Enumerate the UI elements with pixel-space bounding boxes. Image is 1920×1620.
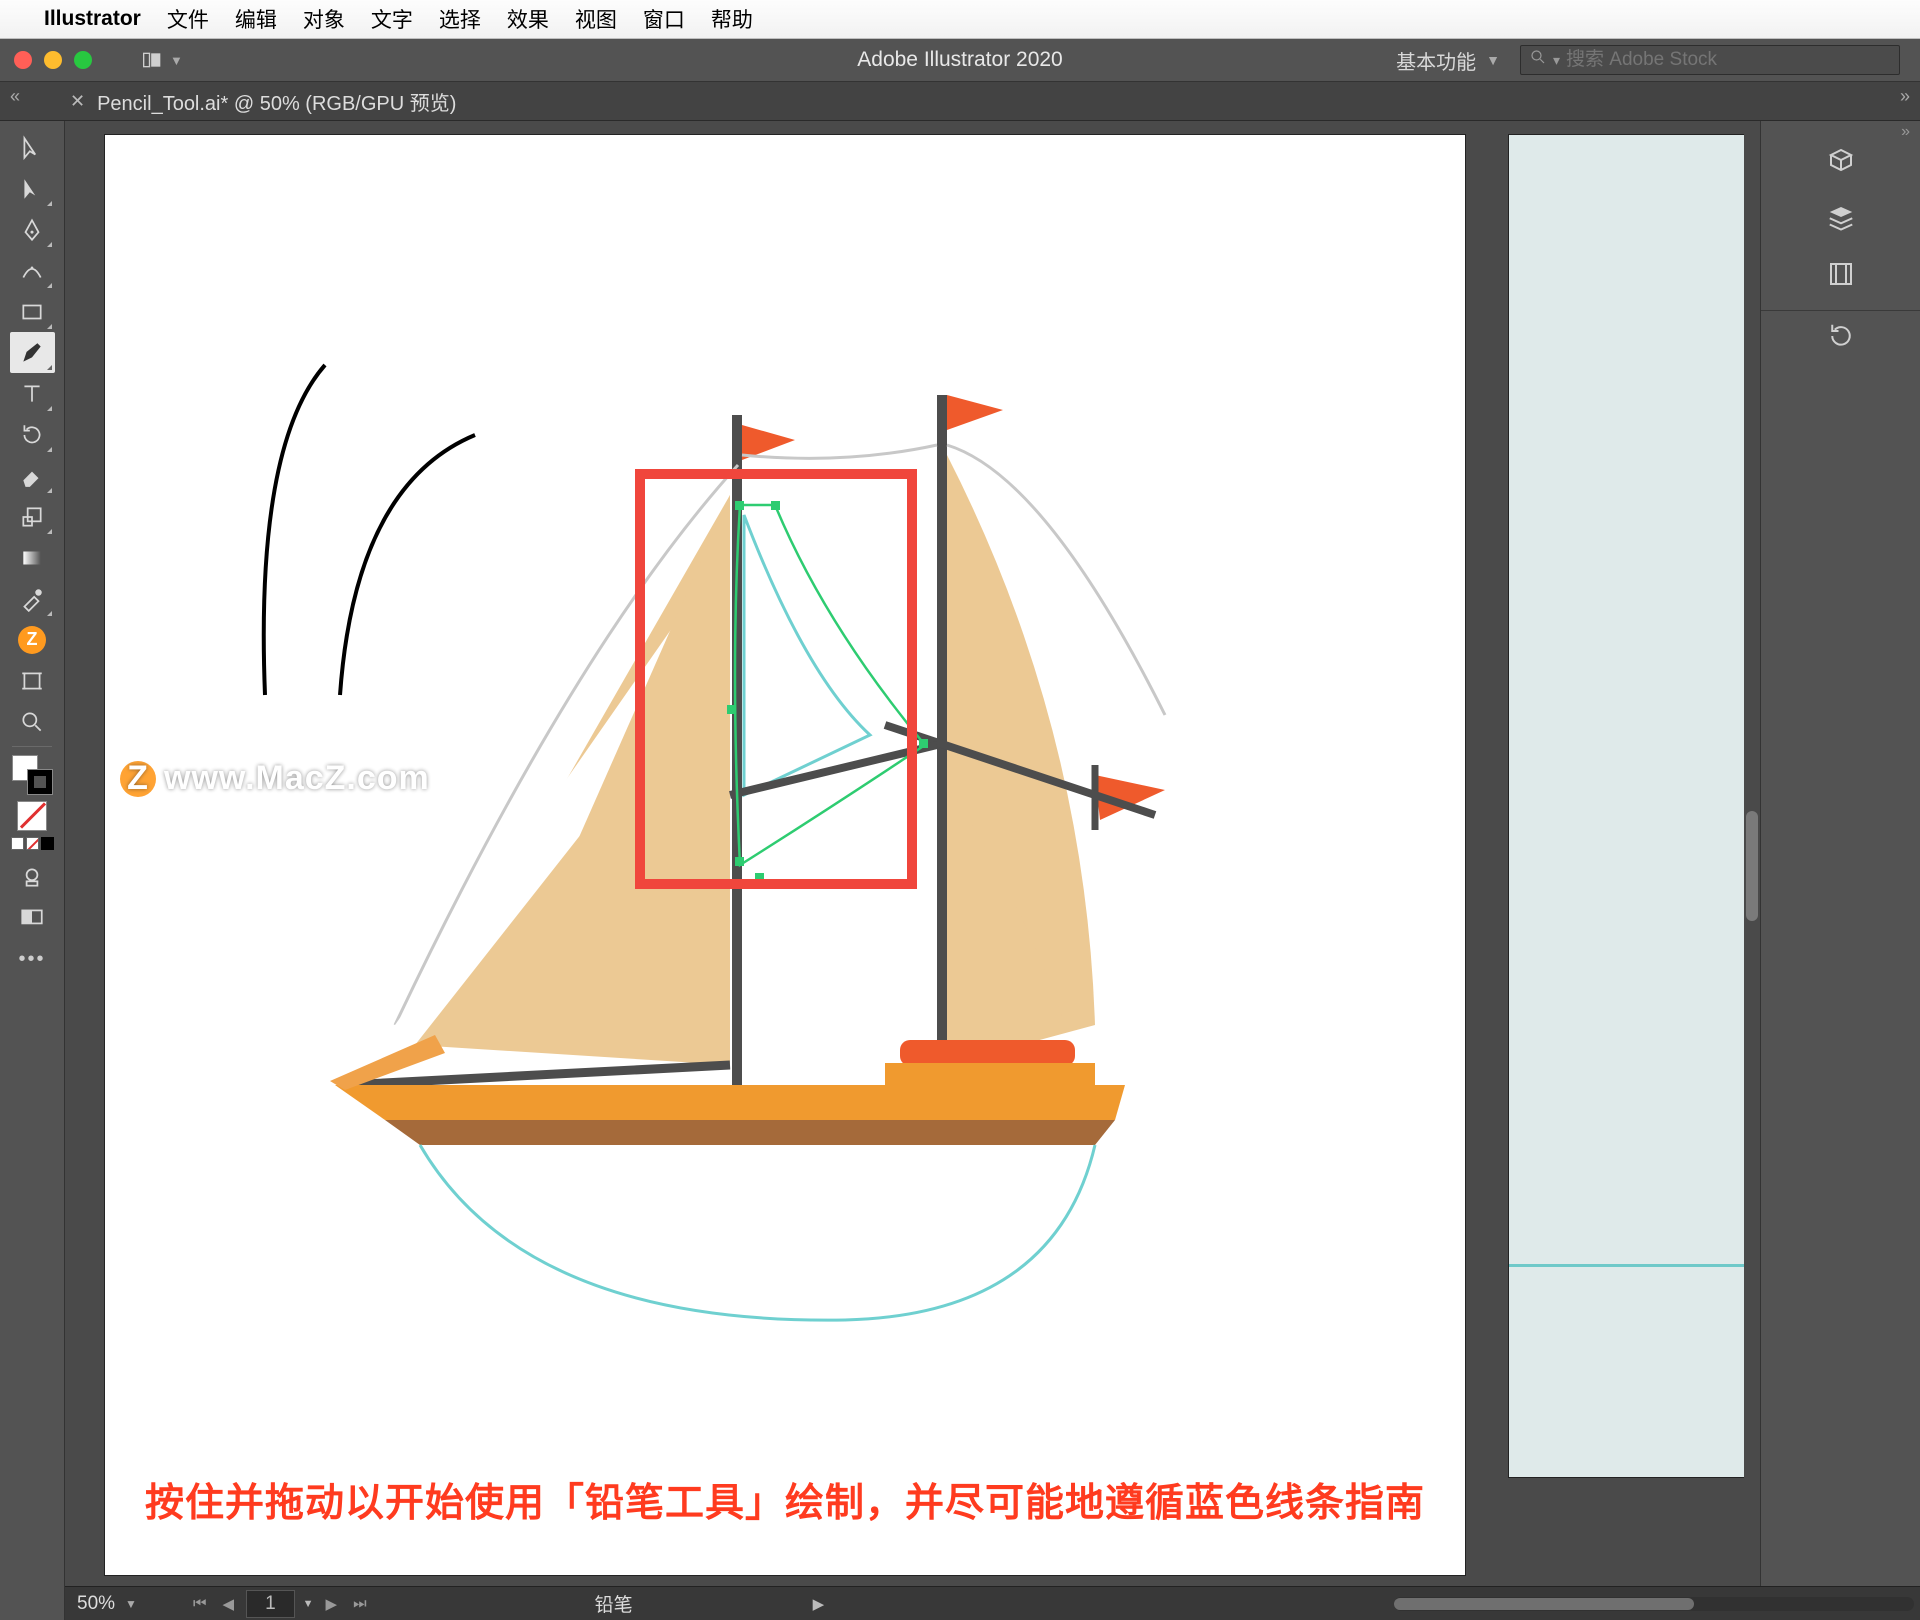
chevron-down-icon[interactable]: ▼ [303,1598,314,1610]
window-title: Adobe Illustrator 2020 [857,48,1062,72]
pen-tool[interactable] [10,209,55,250]
traffic-lights [14,51,92,69]
arrange-documents-button[interactable]: ▼ [142,50,183,70]
zoom-window-button[interactable] [74,51,92,69]
canvas-area: Zwww.MacZ.com 按住并拖动以开始使用「铅笔工具」绘制，并尽可能地遵循… [65,121,1760,1620]
scrollbar-thumb[interactable] [1746,811,1758,921]
layers-icon[interactable] [1826,202,1856,237]
collapse-right-icon[interactable]: » [1900,86,1910,107]
eyedropper-tool[interactable] [10,578,55,619]
menu-file[interactable]: 文件 [167,4,209,34]
selection-tool[interactable] [10,127,55,168]
collapse-right-icon[interactable]: » [1901,123,1910,141]
screen-mode-button[interactable] [10,897,55,938]
type-tool[interactable] [10,373,55,414]
stock-search-input[interactable] [1566,49,1891,71]
menu-window[interactable]: 窗口 [643,4,685,34]
pencil-tool[interactable] [10,332,55,373]
status-bar: 50% ▼ ⏮ ◀ 1 ▼ ▶ ⏭ 铅笔 ▶ [65,1586,1920,1620]
close-icon[interactable]: ✕ [70,91,85,112]
artboard-tool[interactable] [10,660,55,701]
appearance-refresh-icon[interactable] [1826,321,1856,356]
document-tab-label: Pencil_Tool.ai* @ 50% (RGB/GPU 预览) [97,87,456,116]
close-window-button[interactable] [14,51,32,69]
first-artboard-button[interactable]: ⏮ [189,1595,211,1612]
zoom-level-dropdown[interactable]: 50% ▼ [65,1593,175,1615]
draw-mode-button[interactable] [10,856,55,897]
mac-menubar: Illustrator 文件 编辑 对象 文字 选择 效果 视图 窗口 帮助 [0,0,1920,39]
menu-select[interactable]: 选择 [439,4,481,34]
artboard-number-field[interactable]: 1 [246,1590,295,1618]
right-panel-dock: » [1760,121,1920,1620]
libraries-icon[interactable] [1826,259,1856,294]
chevron-down-icon: ▼ [125,1597,137,1611]
prev-artboard-button[interactable]: ◀ [219,1595,239,1613]
scrollbar-thumb[interactable] [1394,1598,1694,1610]
toolbar-divider [12,746,52,747]
stock-search-field[interactable]: ▾ [1520,45,1900,75]
menu-type[interactable]: 文字 [371,4,413,34]
next-artboard-button[interactable]: ▶ [322,1595,342,1613]
tools-panel: Z ••• [0,121,65,1620]
rectangle-tool[interactable] [10,291,55,332]
document-tabs: « ✕ Pencil_Tool.ai* @ 50% (RGB/GPU 预览) » [0,81,1920,121]
minimize-window-button[interactable] [44,51,62,69]
chevron-down-icon: ▼ [1486,52,1500,68]
curvature-tool[interactable] [10,250,55,291]
scale-tool[interactable] [10,496,55,537]
workspace-label: 基本功能 [1396,46,1476,75]
window-titlebar: ▼ Adobe Illustrator 2020 基本功能 ▼ ▾ [0,39,1920,81]
chevron-down-icon: ▼ [170,53,183,68]
last-artboard-button[interactable]: ⏭ [349,1595,371,1612]
status-play-icon[interactable]: ▶ [813,1595,825,1613]
search-icon [1529,48,1547,72]
freehand-strokes [245,355,505,715]
3d-icon[interactable] [1826,145,1856,180]
vertical-scrollbar[interactable] [1744,121,1760,1586]
app-name[interactable]: Illustrator [44,7,141,31]
watermark-text: Zwww.MacZ.com [120,759,430,798]
workspace-switcher[interactable]: 基本功能 ▼ [1396,46,1500,75]
zoom-value: 50% [77,1593,115,1615]
collapse-left-icon[interactable]: « [10,86,20,107]
chevron-down-icon: ▾ [1553,52,1560,69]
color-mode-swatches[interactable] [11,837,54,850]
fill-stroke-swatch[interactable] [10,753,55,797]
edit-toolbar-button[interactable]: ••• [18,948,45,971]
menu-edit[interactable]: 编辑 [235,4,277,34]
artboard-2[interactable] [1509,135,1748,1477]
canvas-viewport[interactable]: Zwww.MacZ.com 按住并拖动以开始使用「铅笔工具」绘制，并尽可能地遵循… [65,121,1748,1586]
instruction-text: 按住并拖动以开始使用「铅笔工具」绘制，并尽可能地遵循蓝色线条指南 [145,1472,1618,1528]
direct-selection-tool[interactable] [10,168,55,209]
gradient-tool[interactable] [10,537,55,578]
tutorial-highlight-rect [635,469,917,889]
no-fill-swatch[interactable] [17,801,47,831]
horizontal-scrollbar[interactable] [1394,1597,1914,1611]
current-tool-label: 铅笔 [595,1590,633,1617]
zoom-tool[interactable] [10,701,55,742]
menu-effect[interactable]: 效果 [507,4,549,34]
document-tab[interactable]: ✕ Pencil_Tool.ai* @ 50% (RGB/GPU 预览) [70,87,456,116]
menu-object[interactable]: 对象 [303,4,345,34]
workspace: Z ••• [0,121,1920,1620]
menu-view[interactable]: 视图 [575,4,617,34]
eraser-tool[interactable] [10,455,55,496]
menu-help[interactable]: 帮助 [711,4,753,34]
horizon-line [1509,1264,1748,1267]
artboard-navigator: ⏮ ◀ 1 ▼ ▶ ⏭ [175,1590,385,1618]
macz-logo-icon: Z [120,761,156,797]
macz-badge: Z [10,619,55,660]
rotate-tool[interactable] [10,414,55,455]
